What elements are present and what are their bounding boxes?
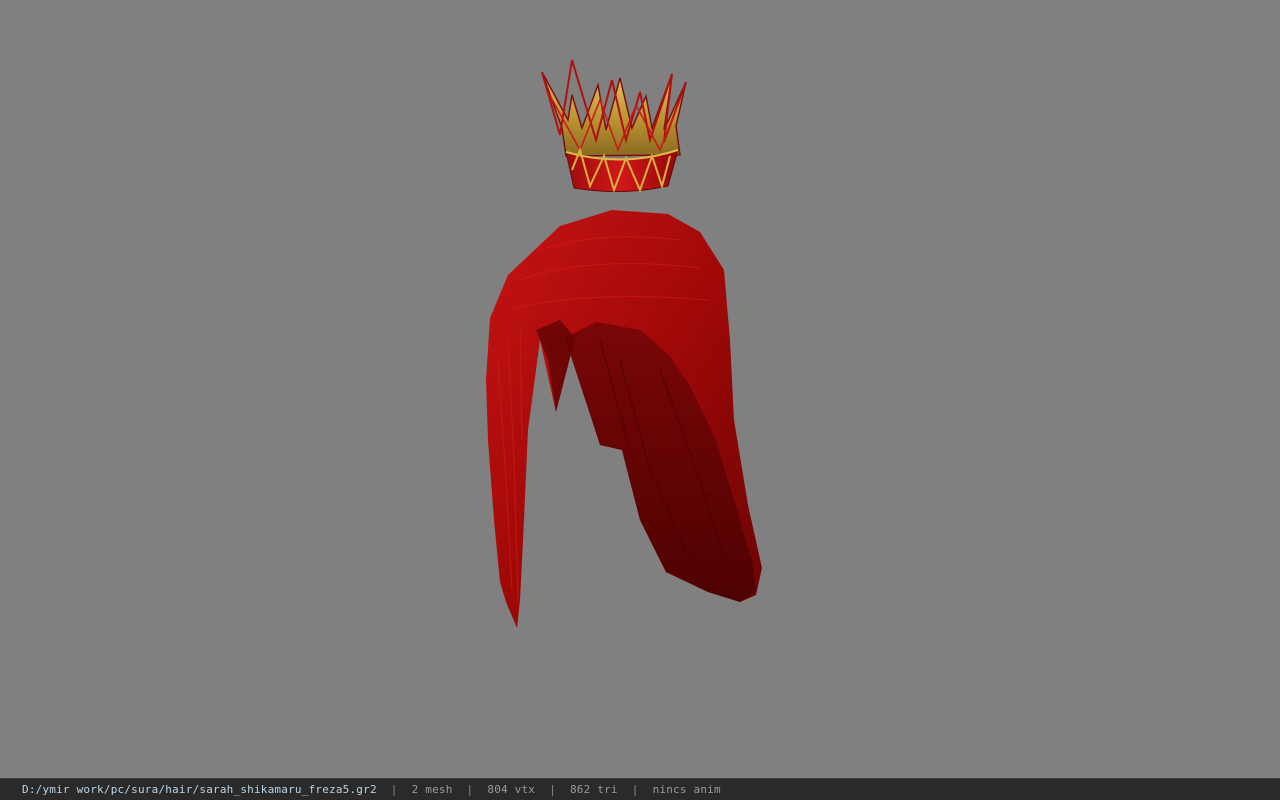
model-render [486,59,762,628]
anim-info: nincs anim [652,783,721,796]
status-bar: D:/ymir work/pc/sura/hair/sarah_shikamar… [0,778,1280,800]
crown-mesh [541,59,687,194]
separator: | [466,783,474,796]
triangle-count: 862 tri [569,783,618,796]
separator: | [631,783,639,796]
mesh-count: 2 mesh [411,783,453,796]
hair-mesh [486,210,762,628]
file-path: D:/ymir work/pc/sura/hair/sarah_shikamar… [22,783,377,796]
separator: | [390,783,398,796]
vertex-count: 804 vtx [487,783,536,796]
model-viewport[interactable] [0,0,1280,778]
separator: | [549,783,556,796]
